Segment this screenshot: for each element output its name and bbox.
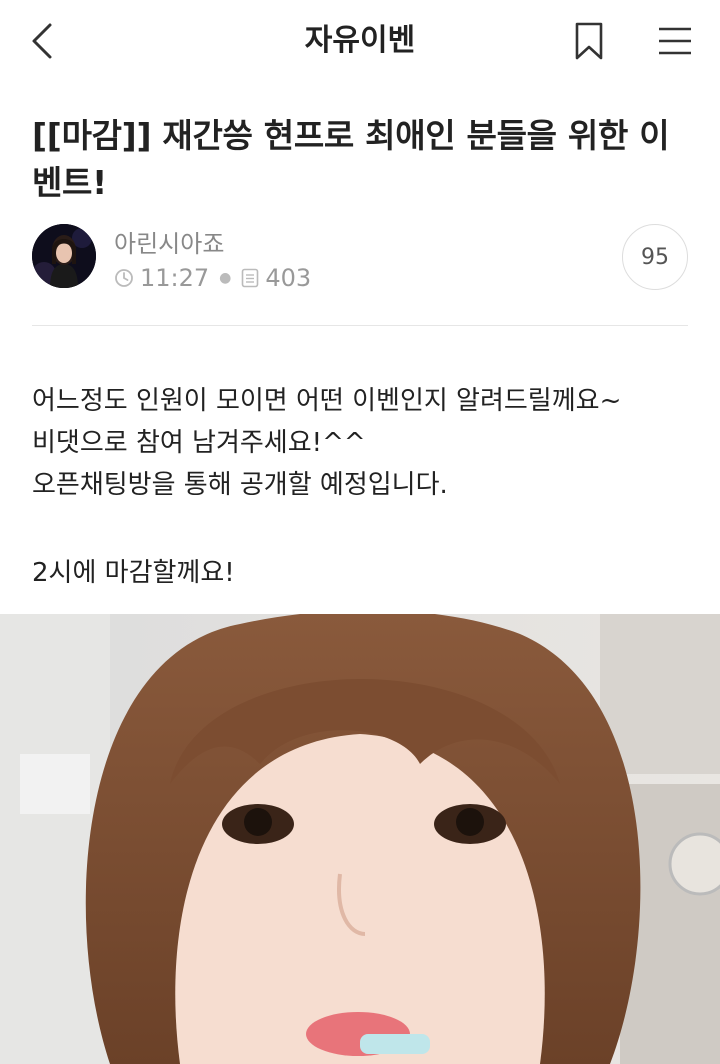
hamburger-menu-icon bbox=[659, 27, 691, 55]
divider bbox=[32, 325, 688, 326]
views-icon bbox=[241, 268, 259, 288]
meta-separator: ● bbox=[219, 270, 232, 286]
body-line: 2시에 마감할께요! bbox=[32, 558, 235, 588]
bookmark-button[interactable] bbox=[562, 14, 616, 68]
chevron-left-icon bbox=[32, 23, 52, 59]
body-blank-line bbox=[32, 506, 702, 552]
author-name[interactable]: 아린시아죠 bbox=[114, 224, 224, 259]
post-body: 어느정도 인원이 모이면 어떤 이벤인지 알려드릴께요~ 비댓으로 참여 남겨주… bbox=[32, 380, 702, 594]
post-meta: 11:27 ● 403 bbox=[114, 262, 311, 294]
back-button[interactable] bbox=[16, 14, 70, 68]
author-avatar[interactable] bbox=[32, 224, 96, 288]
top-bar: 자유이벤 bbox=[0, 0, 720, 84]
bookmark-icon bbox=[575, 22, 603, 60]
body-line: 오픈채팅방을 통해 공개할 예정입니다. bbox=[32, 470, 448, 500]
body-line: 비댓으로 참여 남겨주세요!^^ bbox=[32, 428, 366, 458]
post-photo[interactable] bbox=[0, 614, 720, 1064]
post-time: 11:27 bbox=[140, 264, 210, 292]
clock-icon bbox=[114, 268, 134, 288]
body-line: 어느정도 인원이 모이면 어떤 이벤인지 알려드릴께요~ bbox=[32, 386, 622, 416]
board-title: 자유이벤 bbox=[304, 23, 416, 58]
comment-count-button[interactable]: 95 bbox=[622, 224, 688, 290]
author-row: 아린시아죠 11:27 ● 403 95 bbox=[32, 222, 688, 296]
menu-button[interactable] bbox=[648, 14, 702, 68]
view-count: 403 bbox=[265, 264, 312, 292]
post-title: [[마감]] 재간씅 현프로 최애인 분들을 위한 이벤트! bbox=[32, 116, 670, 202]
